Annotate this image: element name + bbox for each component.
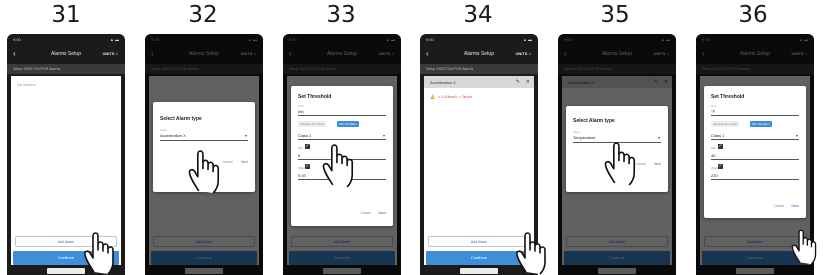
class-select[interactable]: Class 1 — [298, 133, 311, 138]
field-label: Unit — [711, 104, 717, 108]
threshold-dialog: Set Threshold Unit °F Absolute Alm Value… — [704, 86, 806, 218]
chevron-down-icon: ▾ — [244, 133, 247, 138]
alarm-name: Acceleration X — [430, 79, 456, 85]
warn-value-field[interactable]: 0.03 — [298, 173, 306, 178]
next-button[interactable]: Next — [654, 162, 661, 166]
field-underline — [711, 159, 799, 160]
units-button[interactable]: UNITS ⌂ — [515, 51, 531, 56]
edit-icon[interactable]: ✎ — [516, 79, 520, 85]
units-button[interactable]: UNITS ⌂ — [102, 51, 118, 56]
step-number: 33 — [326, 2, 356, 28]
segment-iso[interactable]: ISO Vib Alarm — [750, 121, 772, 127]
segment-absolute[interactable]: Absolute Alm Value — [298, 121, 327, 127]
tap-hand-icon — [322, 144, 354, 188]
alarm-card[interactable]: Acceleration X ✎ ✕ 🔔 > 0.01inch, > 0inch — [424, 76, 534, 112]
step-number: 32 — [188, 2, 218, 28]
tap-hand-icon — [84, 232, 114, 275]
field-underline — [711, 139, 799, 140]
alarm-condition-row: 🔔 > 0.01inch, > 0inch — [430, 94, 472, 99]
chevron-down-icon: ▾ — [382, 133, 385, 138]
home-indicator — [47, 268, 85, 274]
warn-checkbox[interactable] — [305, 163, 310, 169]
next-button[interactable]: Next — [241, 160, 248, 164]
alarm-type-select[interactable]: Temperature — [573, 135, 595, 140]
dialog-title: Select Alarm type — [160, 116, 202, 122]
empty-text: No Alarms — [17, 82, 36, 87]
alarm-value-field[interactable]: 40 — [711, 153, 715, 158]
alarm-checkbox[interactable] — [305, 143, 310, 149]
warn-label: Warn — [298, 166, 306, 170]
alarm-type-select[interactable]: Acceleration X — [160, 133, 186, 138]
class-select[interactable]: Class 1 — [711, 133, 724, 138]
field-label: Type — [160, 128, 167, 132]
field-underline — [711, 115, 799, 116]
segment-absolute[interactable]: Absolute Alm Value — [711, 121, 740, 127]
chevron-down-icon: ▾ — [795, 133, 798, 138]
nav-bar: ‹ Alarms Setup UNITS ⌂ — [420, 46, 538, 62]
step-number: 34 — [463, 2, 493, 28]
nav-bar: ‹ Alarms Setup UNITS ⌂ — [7, 46, 125, 62]
field-underline — [160, 140, 248, 141]
dialog-title: Select Alarm type — [573, 118, 615, 124]
dialog-title: Set Threshold — [711, 94, 745, 100]
unit-field[interactable]: Inh — [298, 109, 304, 114]
field-underline — [298, 115, 386, 116]
tap-hand-icon — [604, 142, 636, 186]
warn-label: Warn — [711, 166, 719, 170]
alarms-subtitle: Setup SUBTOOLPOR Alarms — [420, 64, 538, 74]
home-indicator — [460, 268, 498, 274]
alarm-checkbox[interactable] — [718, 143, 723, 149]
segment-iso[interactable]: ISO Vib Alarm — [337, 121, 359, 127]
warn-checkbox[interactable] — [718, 163, 723, 169]
field-underline — [711, 179, 799, 180]
step-number: 31 — [51, 2, 81, 28]
save-button[interactable]: Save — [791, 204, 799, 208]
unit-field[interactable]: °F — [711, 109, 715, 114]
tap-hand-icon — [516, 232, 546, 275]
status-bar: 9:00▲ ▬ — [426, 37, 532, 42]
step-number: 35 — [600, 2, 630, 28]
chevron-down-icon: ▾ — [657, 135, 660, 140]
field-label: Type — [573, 130, 580, 134]
step-number: 36 — [738, 2, 768, 28]
dialog-title: Set Threshold — [298, 94, 332, 100]
field-label: Unit — [298, 104, 304, 108]
warn-value-field[interactable]: 220 — [711, 173, 718, 178]
tap-hand-icon — [188, 150, 220, 194]
close-icon[interactable]: ✕ — [526, 79, 530, 85]
bell-icon: 🔔 — [430, 94, 435, 99]
alarm-card-header: Acceleration X ✎ ✕ — [424, 76, 534, 88]
status-bar: 9:00▲ ▬ — [13, 37, 119, 42]
tap-hand-icon — [791, 229, 817, 265]
alarm-value-field[interactable]: 8 — [298, 153, 300, 158]
cancel-button[interactable]: Cancel — [773, 204, 784, 208]
save-button[interactable]: Save — [378, 211, 386, 215]
alarm-label: Alm — [711, 146, 717, 150]
alarm-condition: > 0.01inch, > 0inch — [437, 94, 472, 99]
alarm-label: Alm — [298, 146, 304, 150]
cancel-button[interactable]: Cancel — [360, 211, 371, 215]
alarms-subtitle: Setup SUBTOOLPOR Alarms — [7, 64, 125, 74]
